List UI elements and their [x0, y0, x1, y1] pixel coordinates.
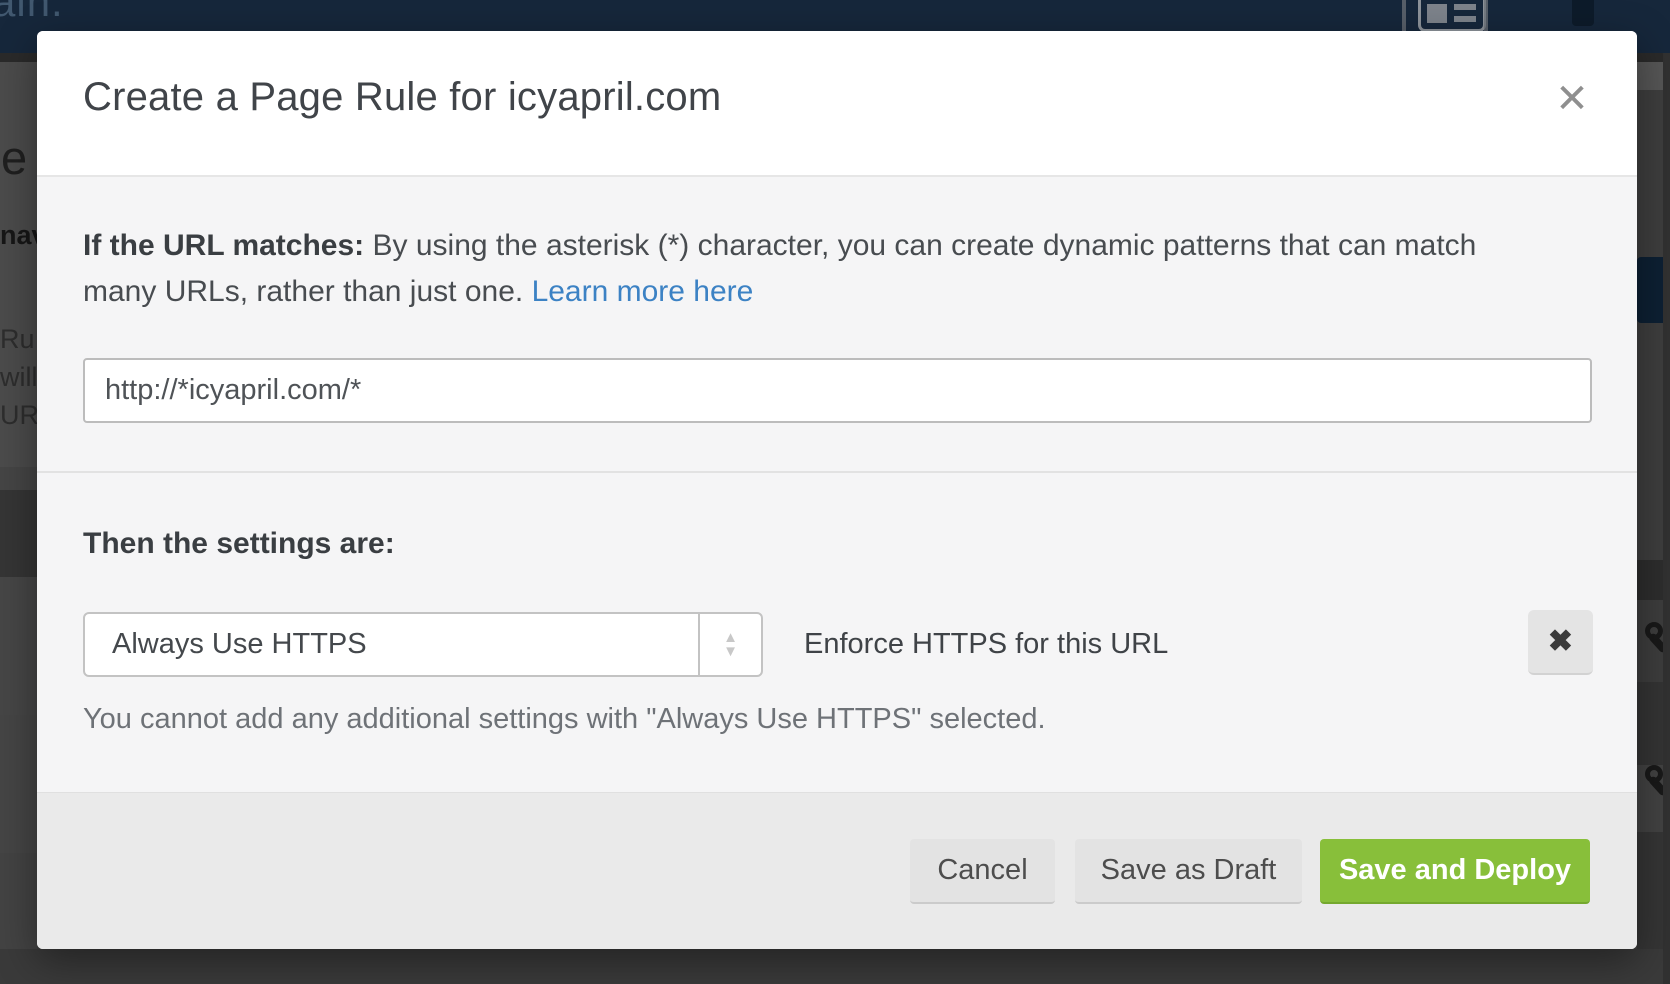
remove-setting-button[interactable]: ✖ — [1528, 610, 1593, 675]
modal-title: Create a Page Rule for icyapril.com — [83, 75, 721, 120]
save-as-draft-button[interactable]: Save as Draft — [1075, 839, 1302, 904]
page-scrollbar[interactable] — [1663, 53, 1670, 984]
cancel-button[interactable]: Cancel — [910, 839, 1055, 904]
backdrop-table-header — [0, 490, 37, 577]
close-icon[interactable]: ✕ — [1544, 71, 1600, 127]
save-and-deploy-button[interactable]: Save and Deploy — [1320, 839, 1590, 904]
backdrop-text-fragment: nav — [0, 220, 37, 251]
modal-footer: Cancel Save as Draft Save and Deploy — [37, 792, 1637, 949]
select-stepper-icon[interactable]: ▲ ▼ — [698, 614, 761, 675]
url-pattern-input[interactable] — [83, 358, 1592, 423]
topbar-separator — [1484, 0, 1488, 32]
topbar-domain-text: ain. — [0, 0, 64, 26]
setting-select-value: Always Use HTTPS — [112, 614, 367, 675]
section-divider — [37, 471, 1637, 473]
setting-description: Enforce HTTPS for this URL — [804, 612, 1168, 677]
modal-header: Create a Page Rule for icyapril.com ✕ — [37, 31, 1637, 177]
backdrop-heading-fragment: e — [1, 130, 27, 185]
backdrop-bottom — [0, 949, 1670, 984]
news-card-icon — [1418, 0, 1486, 32]
url-match-description: If the URL matches: By using the asteris… — [83, 223, 1476, 315]
backdrop-row — [0, 853, 37, 949]
url-match-text-line2: many URLs, rather than just one. — [83, 275, 532, 308]
backdrop-text-fragment: UR — [0, 400, 37, 431]
profile-icon — [1572, 0, 1594, 26]
backdrop-text-fragment: Ru — [0, 324, 35, 355]
setting-select[interactable]: Always Use HTTPS ▲ ▼ — [83, 612, 763, 677]
backdrop-subbar — [0, 53, 37, 62]
learn-more-link[interactable]: Learn more here — [532, 275, 754, 308]
topbar-separator — [1402, 0, 1406, 32]
url-match-text-line1: By using the asterisk (*) character, you… — [364, 229, 1476, 262]
url-match-label: If the URL matches: — [83, 229, 364, 262]
settings-heading: Then the settings are: — [83, 527, 395, 561]
backdrop-content-left: e nav Ru will UR — [0, 62, 37, 467]
setting-helper-text: You cannot add any additional settings w… — [83, 703, 1046, 736]
create-page-rule-modal: Create a Page Rule for icyapril.com ✕ If… — [37, 31, 1637, 949]
backdrop-row — [0, 715, 37, 853]
backdrop-row — [0, 577, 37, 715]
backdrop-text-fragment: will — [0, 362, 37, 393]
backdrop-row — [0, 467, 37, 490]
